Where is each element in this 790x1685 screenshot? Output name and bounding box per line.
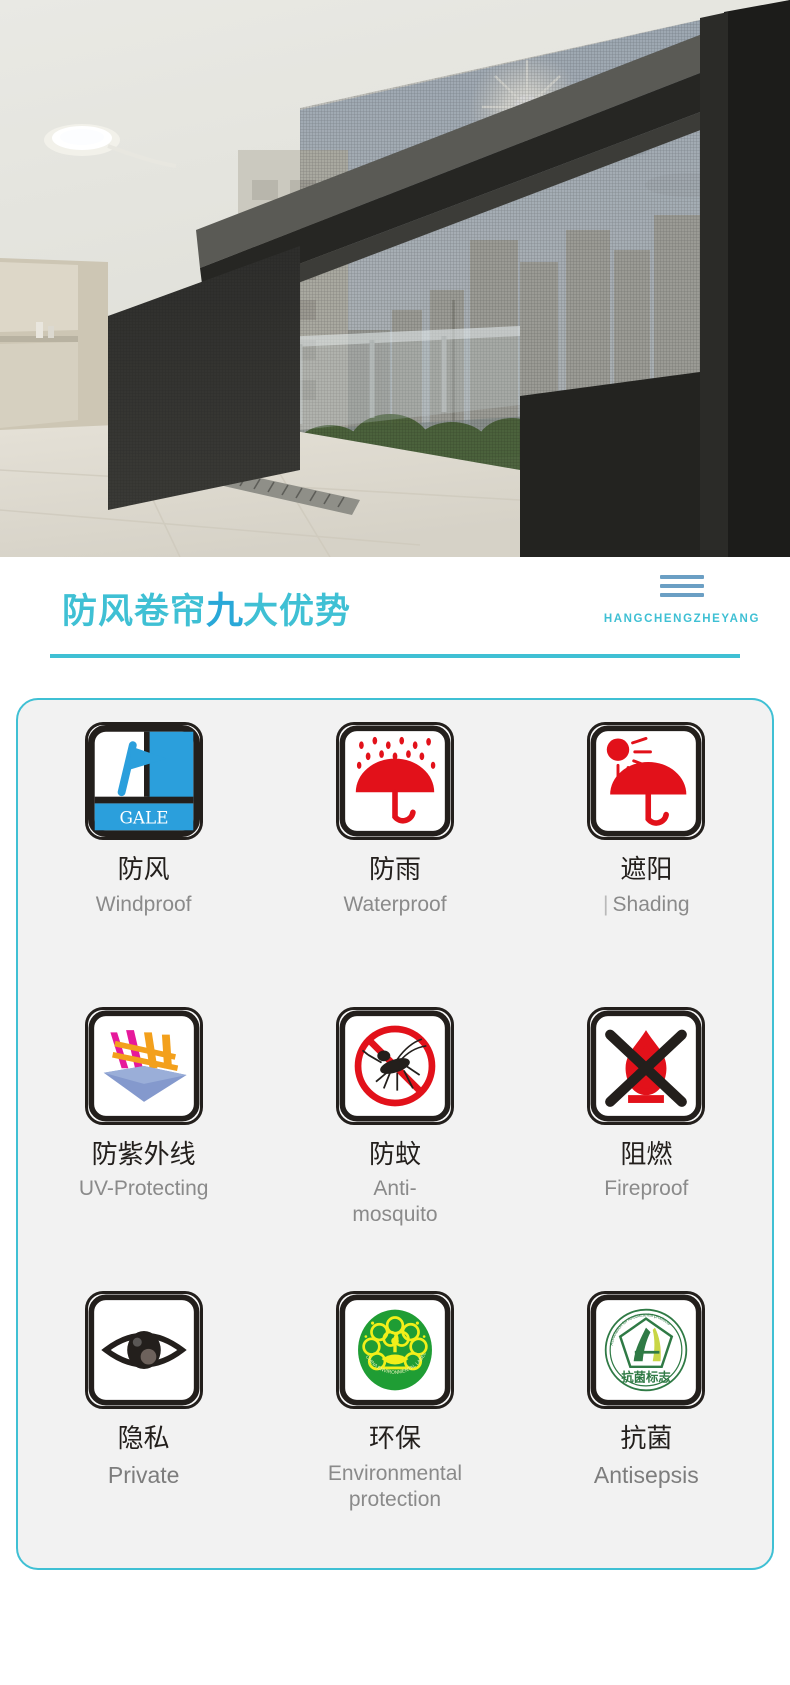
- feature-label-en: Private: [107, 1461, 180, 1488]
- hero-photo: [0, 0, 790, 557]
- feature-item-waterproof[interactable]: 防雨 Waterproof: [269, 714, 520, 999]
- page-title-highlight: 九: [206, 589, 244, 632]
- feature-label-cn: 环保: [368, 1424, 421, 1455]
- feature-label-en: Environmental protection: [327, 1461, 463, 1511]
- feature-label-cn: 防雨: [368, 855, 421, 885]
- feature-label-en: Antisepsis: [593, 1461, 699, 1488]
- page-title: 防风卷帘 九 大优势: [62, 580, 351, 634]
- eye-privacy-icon-glyph: [88, 1294, 200, 1406]
- title-underline-divider: [50, 654, 740, 658]
- feature-label-cn: 抗菌: [620, 1424, 673, 1455]
- feature-label-en: Anti-mosquito: [352, 1177, 438, 1226]
- no-fire-icon-glyph: [590, 1010, 702, 1122]
- feature-item-environmental[interactable]: CHINA ENVIRONMENTAL LABELLING 环保 Environ…: [269, 1283, 520, 1568]
- feature-label-en-text: Shading: [612, 892, 690, 916]
- uv-rays-shield-icon-glyph: [88, 1010, 200, 1122]
- section-header: 防风卷帘 九 大优势 HANGCHENGZHEYANG: [0, 557, 790, 682]
- features-panel: GALE 防风 Windproof 防雨 Waterproof 遮阳 | Sha…: [16, 698, 774, 1570]
- umbrella-sun-icon: [587, 722, 706, 840]
- feature-label-cn: 防紫外线: [91, 1139, 196, 1170]
- features-grid: GALE 防风 Windproof 防雨 Waterproof 遮阳 | Sha…: [18, 714, 772, 1568]
- feature-label-en: UV-Protecting: [78, 1177, 209, 1201]
- feature-label-cn: 隐私: [117, 1424, 170, 1455]
- feature-label-en: Windproof: [95, 892, 192, 916]
- antibacterial-mark-icon-glyph: Association for Antibacterial products 抗…: [590, 1294, 702, 1406]
- feature-item-anti-mosquito[interactable]: 防蚊 Anti-mosquito: [269, 999, 520, 1284]
- feature-item-private[interactable]: 隐私 Private: [18, 1283, 269, 1568]
- feature-label-cn: 防风: [117, 855, 170, 885]
- feature-item-shading[interactable]: 遮阳 | Shading: [521, 714, 772, 999]
- gale-flag-icon: GALE: [84, 722, 203, 840]
- shading-prefix-bar: |: [603, 892, 609, 916]
- feature-label-cn: 遮阳: [620, 855, 673, 885]
- brand-pinyin: HANGCHENGZHEYANG: [603, 613, 760, 625]
- feature-item-antisepsis[interactable]: Association for Antibacterial products 抗…: [521, 1283, 772, 1568]
- page-title-part1: 防风卷帘: [62, 592, 207, 632]
- umbrella-sun-icon-glyph: [590, 725, 702, 837]
- no-fire-icon: [587, 1006, 706, 1125]
- uv-rays-shield-icon: [84, 1006, 203, 1125]
- product-feature-page: 防风卷帘 九 大优势 HANGCHENGZHEYANG GALE 防风 Wind…: [0, 0, 790, 1685]
- feature-item-windproof[interactable]: GALE 防风 Windproof: [18, 714, 269, 999]
- china-environmental-label-icon: CHINA ENVIRONMENTAL LABELLING: [335, 1291, 454, 1410]
- umbrella-rain-icon-glyph: [339, 725, 451, 837]
- feature-label-en: Fireproof: [604, 1177, 689, 1201]
- feature-label-cn: 防蚊: [368, 1139, 421, 1170]
- china-environmental-label-icon-glyph: CHINA ENVIRONMENTAL LABELLING: [339, 1294, 451, 1406]
- brand-mark: HANGCHENGZHEYANG: [604, 575, 760, 625]
- feature-label-en: Waterproof: [343, 892, 447, 916]
- three-bars-icon: [659, 575, 704, 597]
- antibacterial-badge-text: 抗菌标志: [622, 1370, 671, 1385]
- feature-label-en: | Shading: [603, 892, 690, 918]
- page-title-part3: 大优势: [243, 592, 352, 632]
- feature-item-uv-protecting[interactable]: 防紫外线 UV-Protecting: [18, 999, 269, 1284]
- feature-item-fireproof[interactable]: 阻燃 Fireproof: [521, 999, 772, 1284]
- gale-badge-text: GALE: [119, 808, 168, 828]
- umbrella-rain-icon: [335, 722, 454, 840]
- no-mosquito-icon-glyph: [339, 1010, 451, 1122]
- antibacterial-mark-icon: Association for Antibacterial products 抗…: [587, 1291, 706, 1410]
- hero-photo-illustration: [0, 0, 790, 557]
- gale-flag-icon-glyph: GALE: [87, 725, 200, 837]
- no-mosquito-icon: [335, 1006, 454, 1125]
- feature-label-cn: 阻燃: [620, 1139, 673, 1170]
- eye-privacy-icon: [84, 1291, 203, 1410]
